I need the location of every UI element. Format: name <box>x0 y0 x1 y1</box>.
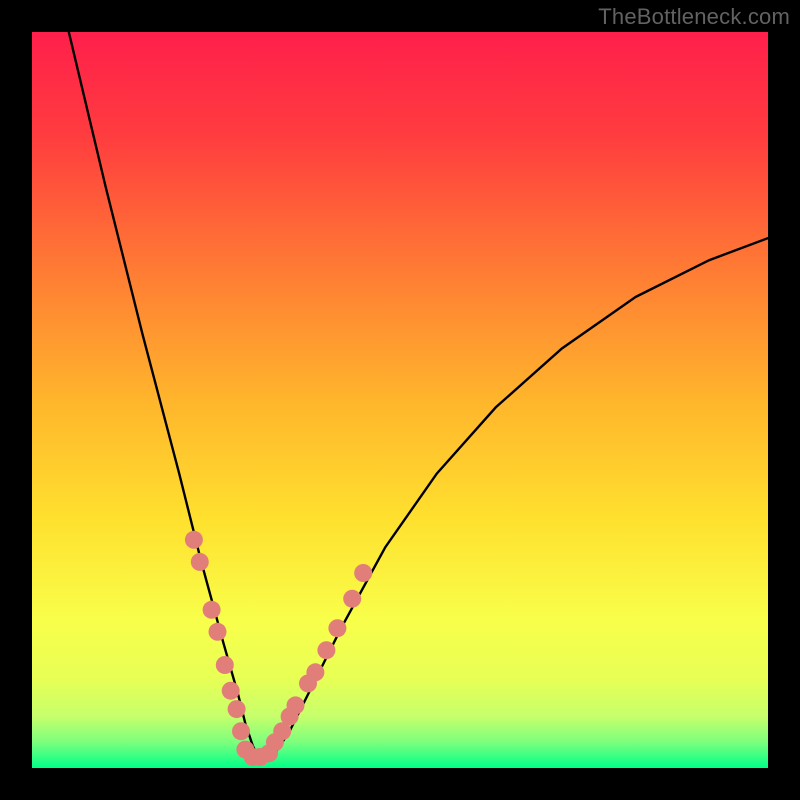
markers-right-dot <box>328 619 346 637</box>
watermark-text: TheBottleneck.com <box>598 4 790 30</box>
markers-left-dot <box>228 700 246 718</box>
markers-left-dot <box>185 531 203 549</box>
gradient-background <box>32 32 768 768</box>
markers-right-dot <box>306 663 324 681</box>
markers-left-dot <box>216 656 234 674</box>
chart-svg <box>32 32 768 768</box>
markers-left-dot <box>232 722 250 740</box>
markers-right-dot <box>354 564 372 582</box>
markers-left-dot <box>209 623 227 641</box>
markers-right-dot <box>317 641 335 659</box>
markers-right-dot <box>287 696 305 714</box>
chart-frame: TheBottleneck.com <box>0 0 800 800</box>
markers-left-dot <box>191 553 209 571</box>
markers-left-dot <box>203 601 221 619</box>
markers-left-dot <box>222 682 240 700</box>
markers-right-dot <box>343 590 361 608</box>
plot-area <box>32 32 768 768</box>
